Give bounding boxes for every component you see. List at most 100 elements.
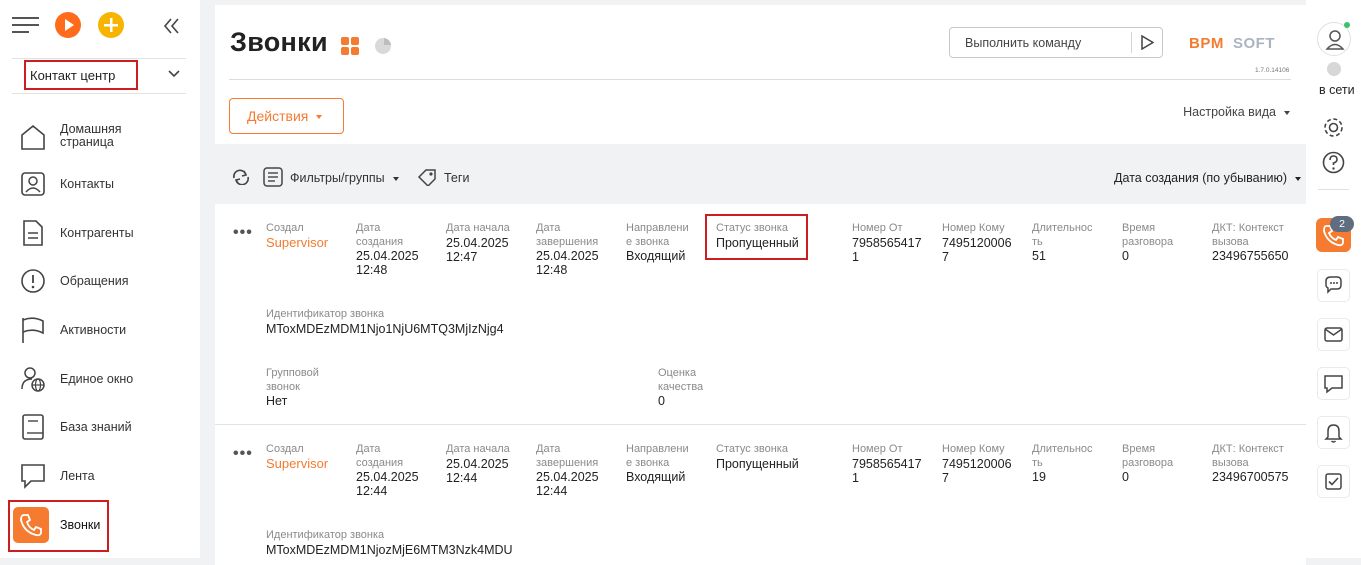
gear-icon[interactable] (1320, 114, 1347, 141)
refresh-icon[interactable] (231, 169, 251, 185)
sidebar-item-label: Активности (60, 323, 127, 337)
field-call-id: Идентификатор звонка MToxMDEzMDM1NjozMjE6… (266, 529, 513, 557)
list-item[interactable]: ••• Создал Supervisor Дата создания 25.04.… (215, 204, 1306, 424)
more-options-icon[interactable]: ••• (233, 446, 253, 462)
field-value: 7495120006 7 (942, 235, 1012, 264)
sort-button[interactable]: Дата создания (по убыванию) (1114, 171, 1301, 185)
sidebar-item-label: Контакты (60, 177, 114, 191)
run-command-icon[interactable] (1140, 35, 1154, 50)
field-value: 0 (658, 394, 665, 408)
collapse-sidebar-icon[interactable] (162, 16, 182, 36)
field-value: MToxMDEzMDM1NjozMjE6MTM3Nzk4MDU (266, 542, 513, 557)
field-value: 7958565417 1 (852, 235, 922, 264)
command-line[interactable]: Выполнить команду (949, 27, 1163, 58)
alert-icon (20, 267, 46, 295)
svg-text:SOFT: SOFT (1233, 35, 1275, 51)
list-item[interactable]: ••• Создал Supervisor Дата создания 25.04.… (215, 425, 1306, 565)
status-label[interactable]: в сети (1319, 83, 1355, 97)
sidebar-item-label: Контрагенты (60, 226, 134, 240)
field-caption: Длительнос ть (1032, 222, 1093, 248)
field-created-by: Создал Supervisor (266, 443, 328, 471)
field-value: 25.04.2025 12:44 (356, 470, 419, 498)
caret-down-icon (1295, 176, 1301, 181)
book-icon (20, 413, 46, 441)
field-talk-time: Время разговора 0 (1122, 443, 1173, 484)
field-value: 0 (1122, 249, 1129, 263)
view-settings-button[interactable]: Настройка вида (1183, 105, 1290, 119)
tags-button[interactable]: Теги (444, 171, 469, 185)
field-start-date: Дата начала 25.04.2025 12:47 (446, 222, 510, 264)
field-value: Входящий (626, 470, 686, 484)
chevron-down-icon[interactable] (168, 70, 180, 78)
chat-icon[interactable] (1317, 269, 1350, 302)
sidebar-item-knowledge-base[interactable]: База знаний (8, 404, 192, 450)
creator-link[interactable]: Supervisor (266, 235, 328, 250)
sidebar-top (0, 0, 200, 52)
field-duration: Длительнос ть 51 (1032, 222, 1093, 263)
field-caption: Создал (266, 222, 304, 234)
field-value: 51 (1032, 249, 1046, 263)
sidebar-item-accounts[interactable]: Контрагенты (8, 210, 192, 256)
divider (1131, 32, 1132, 53)
play-icon[interactable] (55, 12, 81, 38)
actions-button[interactable]: Действия (229, 98, 344, 134)
help-icon[interactable] (1320, 149, 1347, 176)
tasks-icon[interactable] (1317, 465, 1350, 498)
home-icon (20, 123, 46, 151)
sidebar-item-label: Обращения (60, 274, 129, 288)
bell-icon[interactable] (1317, 416, 1350, 449)
sidebar-item-activities[interactable]: Активности (8, 307, 192, 353)
sidebar-item-home[interactable]: Домашняя страница (8, 114, 192, 160)
sidebar-item-single-window[interactable]: Единое окно (8, 356, 192, 402)
field-caption: Время разговора (1122, 222, 1174, 248)
sort-label: Дата создания (по убыванию) (1114, 171, 1287, 185)
field-value: MToxMDEzMDM1Njo1NjU6MTQ3MjIzNjg4 (266, 321, 504, 336)
workspace-name[interactable]: Контакт центр (24, 60, 138, 90)
actions-label: Действия (247, 108, 309, 124)
sidebar-item-calls[interactable]: Звонки (8, 500, 192, 552)
sidebar: Контакт центр Домашняя страница Контакты… (0, 0, 200, 558)
field-caption: Дата создания (356, 443, 404, 469)
chart-view-icon[interactable] (374, 37, 392, 55)
workspace-selector[interactable]: Контакт центр (12, 58, 186, 94)
field-caption: Оценка качества (658, 367, 704, 393)
add-icon[interactable] (98, 12, 124, 38)
field-caption: Создал (266, 443, 304, 455)
sidebar-item-feed[interactable]: Лента (8, 453, 192, 499)
field-caption: Направлени е звонка (626, 222, 689, 248)
field-status: Статус звонка Пропущенный (716, 443, 799, 471)
online-indicator (1344, 22, 1350, 28)
filter-icon[interactable] (263, 167, 283, 187)
filters-button[interactable]: Фильтры/группы (290, 171, 399, 185)
field-caption: Идентификатор звонка (266, 529, 385, 541)
calls-count-badge: 2 (1330, 216, 1354, 232)
field-caption: Время разговора (1122, 443, 1174, 469)
field-from: Номер От 7958565417 1 (852, 222, 922, 264)
field-caption: Номер Кому (942, 222, 1005, 234)
command-input[interactable]: Выполнить команду (965, 36, 1081, 50)
filters-label: Фильтры/группы (290, 171, 385, 185)
field-caption: Групповой звонок (266, 367, 319, 393)
field-duration: Длительнос ть 19 (1032, 443, 1093, 484)
more-options-icon[interactable]: ••• (233, 225, 253, 241)
tag-icon[interactable] (417, 168, 437, 186)
field-caption: ДКТ: Контекст вызова (1212, 222, 1284, 248)
email-icon[interactable] (1317, 318, 1350, 351)
message-icon[interactable] (1317, 367, 1350, 400)
grid-view-icon[interactable] (341, 37, 359, 55)
view-settings-label: Настройка вида (1183, 105, 1276, 119)
field-caption: ДКТ: Контекст вызова (1212, 443, 1284, 469)
sidebar-item-cases[interactable]: Обращения (8, 258, 192, 304)
menu-icon[interactable] (12, 14, 40, 36)
sidebar-item-label: Домашняя страница (60, 122, 122, 149)
field-end-date: Дата завершения 25.04.2025 12:48 (536, 222, 599, 277)
list-toolbar: Фильтры/группы Теги Дата создания (по уб… (215, 160, 1306, 194)
page-title: Звонки (230, 27, 328, 57)
creator-link[interactable]: Supervisor (266, 456, 328, 471)
field-caption: Дата начала (446, 222, 510, 234)
field-value: 19 (1032, 470, 1046, 484)
field-value: Пропущенный (716, 456, 799, 471)
field-caption: Дата начала (446, 443, 510, 455)
field-caption: Номер От (852, 443, 903, 455)
sidebar-item-contacts[interactable]: Контакты (8, 161, 192, 207)
